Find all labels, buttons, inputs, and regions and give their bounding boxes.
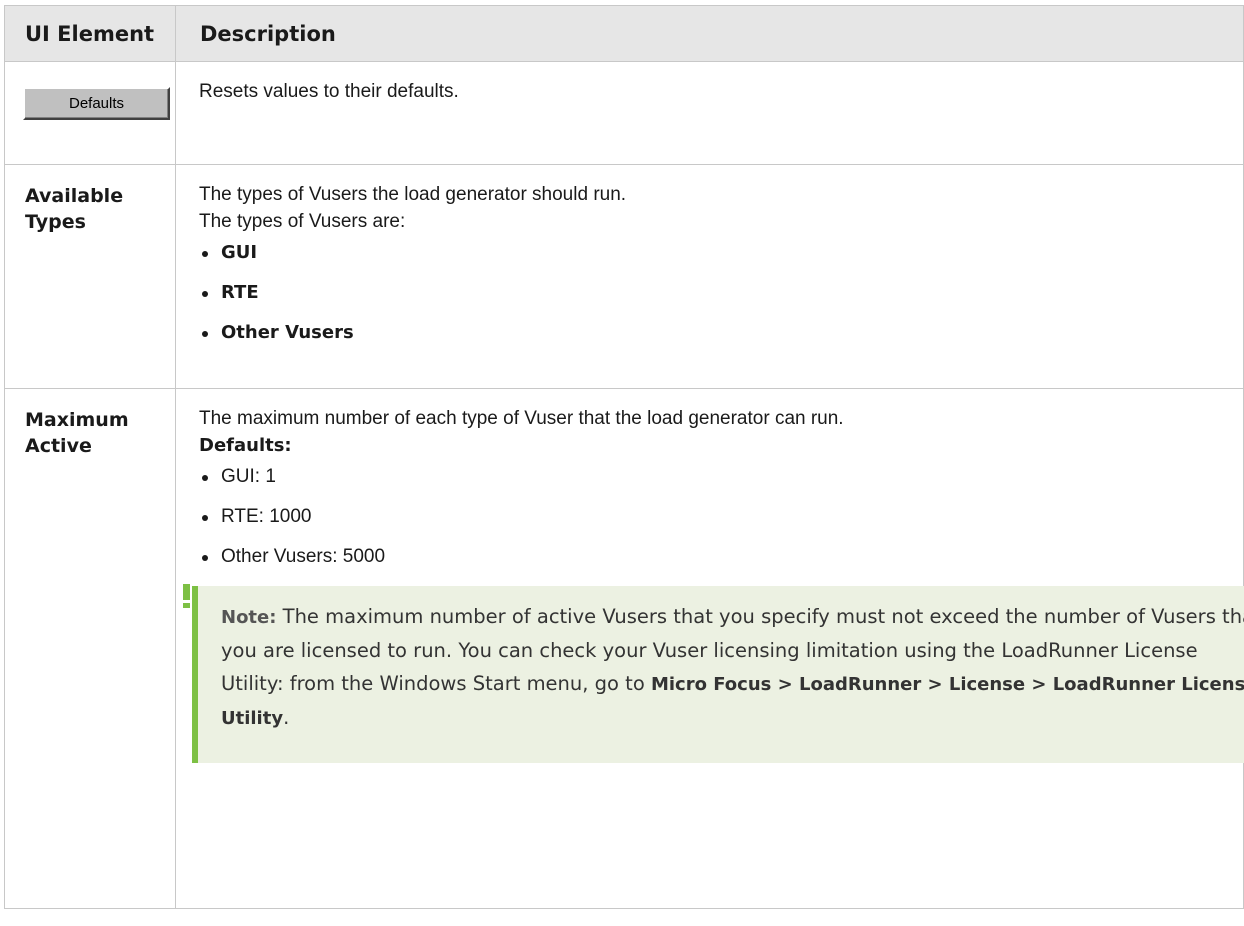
description-text: The types of Vusers are: bbox=[199, 211, 406, 232]
vuser-types-list: GUI RTE Other Vusers bbox=[199, 239, 1243, 346]
list-item: Other Vusers: 5000 bbox=[199, 543, 1243, 570]
description-text: The types of Vusers the load generator s… bbox=[199, 184, 627, 205]
note-label: Note: bbox=[221, 607, 277, 628]
note-box: Note: The maximum number of active Vuser… bbox=[183, 584, 1244, 763]
exclamation-icon bbox=[183, 584, 190, 608]
note-content: Note: The maximum number of active Vuser… bbox=[192, 586, 1244, 763]
header-description: Description bbox=[175, 5, 1244, 62]
list-item: GUI bbox=[199, 239, 1243, 266]
table-row: Maximum Active The maximum number of eac… bbox=[4, 388, 1244, 909]
note-end: . bbox=[283, 706, 290, 729]
table-header-row: UI Element Description bbox=[4, 5, 1244, 62]
description-cell: The maximum number of each type of Vuser… bbox=[175, 388, 1244, 909]
element-cell: Defaults bbox=[4, 61, 176, 165]
defaults-list: GUI: 1 RTE: 1000 Other Vusers: 5000 bbox=[199, 463, 1243, 570]
table-row: Defaults Resets values to their defaults… bbox=[4, 61, 1244, 165]
element-cell: Maximum Active bbox=[4, 388, 176, 909]
description-text: The maximum number of each type of Vuser… bbox=[199, 408, 844, 429]
element-label: Available Types bbox=[25, 185, 124, 233]
element-cell: Available Types bbox=[4, 164, 176, 389]
list-item: RTE bbox=[199, 279, 1243, 306]
defaults-label: Defaults: bbox=[199, 435, 292, 456]
description-cell: Resets values to their defaults. bbox=[175, 61, 1244, 165]
description-text: Resets values to their defaults. bbox=[199, 81, 459, 102]
header-ui-element: UI Element bbox=[4, 5, 176, 62]
list-item: RTE: 1000 bbox=[199, 503, 1243, 530]
ui-elements-table: UI Element Description Defaults Resets v… bbox=[4, 5, 1244, 909]
defaults-button[interactable]: Defaults bbox=[23, 87, 170, 120]
table-row: Available Types The types of Vusers the … bbox=[4, 164, 1244, 389]
description-cell: The types of Vusers the load generator s… bbox=[175, 164, 1244, 389]
list-item: Other Vusers bbox=[199, 319, 1243, 346]
element-label: Maximum Active bbox=[25, 409, 129, 457]
list-item: GUI: 1 bbox=[199, 463, 1243, 490]
